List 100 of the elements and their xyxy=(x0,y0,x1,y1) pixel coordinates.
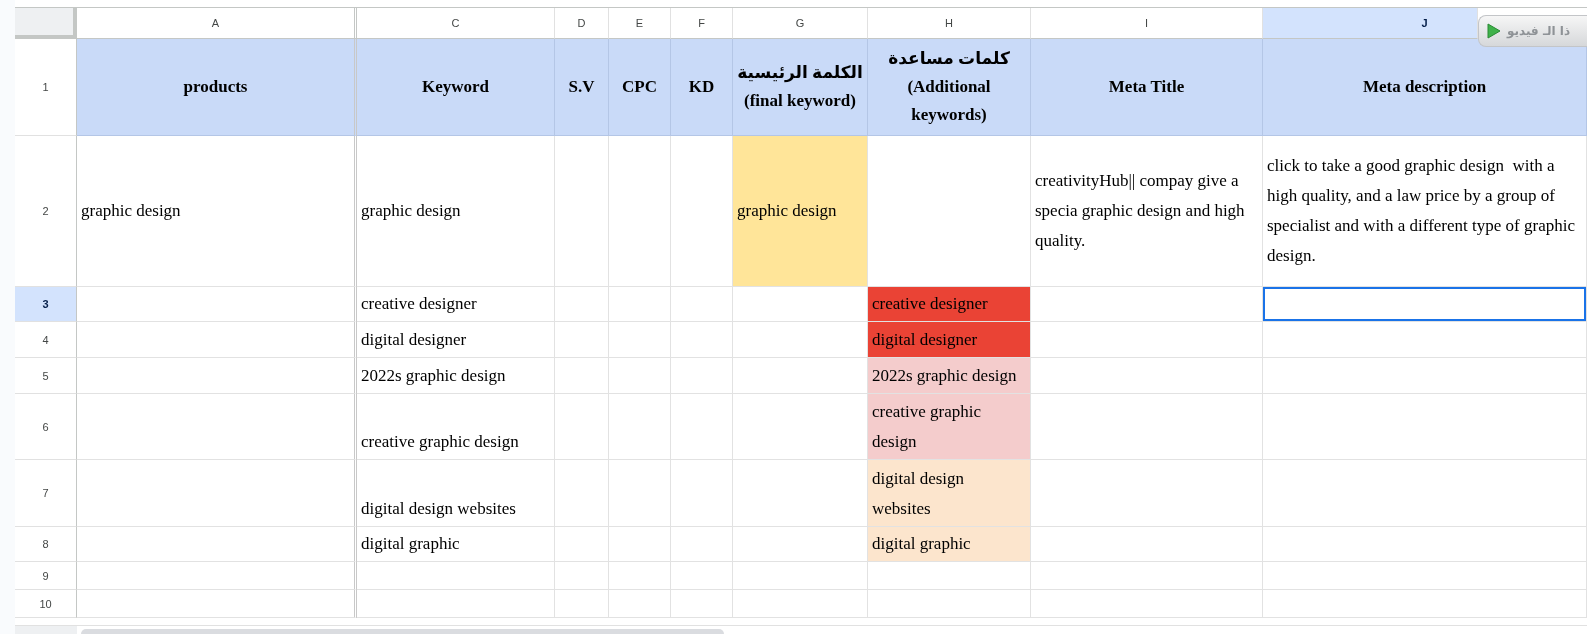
row-header[interactable]: 5 xyxy=(15,358,77,394)
table-cell[interactable] xyxy=(357,562,555,590)
table-cell[interactable] xyxy=(555,322,609,358)
table-cell[interactable] xyxy=(733,590,868,618)
table-cell[interactable] xyxy=(555,136,609,287)
table-cell[interactable] xyxy=(868,562,1031,590)
table-cell[interactable] xyxy=(671,562,733,590)
column-header[interactable]: G xyxy=(733,8,868,39)
table-cell[interactable] xyxy=(733,460,868,527)
column-title-cell[interactable]: الكلمة الرئيسية (final keyword) xyxy=(733,39,868,136)
column-title-cell[interactable]: Meta Title xyxy=(1031,39,1263,136)
table-cell[interactable]: digital graphic xyxy=(868,527,1031,562)
table-cell[interactable] xyxy=(77,287,357,322)
table-cell[interactable] xyxy=(733,394,868,460)
table-cell[interactable] xyxy=(671,590,733,618)
table-cell[interactable]: digital design websites xyxy=(357,460,555,527)
row-header[interactable]: 10 xyxy=(15,590,77,618)
table-cell[interactable] xyxy=(609,287,671,322)
column-header[interactable]: D xyxy=(555,8,609,39)
table-cell[interactable] xyxy=(1031,394,1263,460)
table-cell[interactable]: graphic design xyxy=(733,136,868,287)
table-cell[interactable] xyxy=(77,460,357,527)
table-cell[interactable] xyxy=(609,460,671,527)
table-cell[interactable] xyxy=(609,527,671,562)
table-cell[interactable]: creative graphic design xyxy=(357,394,555,460)
table-cell[interactable] xyxy=(1263,322,1587,358)
column-title-cell[interactable]: CPC xyxy=(609,39,671,136)
table-cell[interactable] xyxy=(1263,590,1587,618)
table-cell[interactable] xyxy=(77,358,357,394)
table-cell[interactable] xyxy=(555,358,609,394)
table-cell[interactable]: click to take a good graphic design with a high quality, and a law price by a group of specialist and with a different type of graphic design. xyxy=(1263,136,1587,287)
table-cell[interactable]: graphic design xyxy=(77,136,357,287)
row-header[interactable]: 1 xyxy=(15,39,77,136)
table-cell[interactable] xyxy=(1031,527,1263,562)
table-cell[interactable]: digital designer xyxy=(357,322,555,358)
table-cell[interactable] xyxy=(1263,562,1587,590)
column-title-cell[interactable]: S.V xyxy=(555,39,609,136)
column-header[interactable]: F xyxy=(671,8,733,39)
table-cell[interactable] xyxy=(671,527,733,562)
table-cell[interactable] xyxy=(671,460,733,527)
column-header[interactable]: H xyxy=(868,8,1031,39)
table-cell[interactable] xyxy=(609,358,671,394)
table-cell[interactable] xyxy=(733,562,868,590)
column-header[interactable]: E xyxy=(609,8,671,39)
table-cell[interactable] xyxy=(671,287,733,322)
table-cell[interactable] xyxy=(77,394,357,460)
table-cell[interactable] xyxy=(609,590,671,618)
table-cell[interactable] xyxy=(555,562,609,590)
row-header[interactable]: 6 xyxy=(15,394,77,460)
row-header[interactable]: 4 xyxy=(15,322,77,358)
table-cell[interactable] xyxy=(77,562,357,590)
column-header[interactable]: A xyxy=(77,8,357,39)
table-cell[interactable] xyxy=(555,460,609,527)
table-cell[interactable] xyxy=(1263,460,1587,527)
table-cell[interactable] xyxy=(733,322,868,358)
table-cell[interactable] xyxy=(609,562,671,590)
table-cell[interactable] xyxy=(1031,287,1263,322)
table-cell[interactable] xyxy=(671,136,733,287)
table-cell[interactable] xyxy=(868,136,1031,287)
column-title-cell[interactable]: products xyxy=(77,39,357,136)
table-cell[interactable] xyxy=(671,322,733,358)
table-cell[interactable] xyxy=(1031,562,1263,590)
column-title-cell[interactable]: Meta description xyxy=(1263,39,1587,136)
row-header[interactable]: 9 xyxy=(15,562,77,590)
table-cell[interactable] xyxy=(609,322,671,358)
table-cell[interactable] xyxy=(1263,527,1587,562)
table-cell[interactable] xyxy=(1031,358,1263,394)
table-cell[interactable] xyxy=(357,590,555,618)
table-cell[interactable]: creativityHub|| compay give a specia graphic design and high quality. xyxy=(1031,136,1263,287)
table-cell[interactable] xyxy=(868,590,1031,618)
row-header[interactable]: 3 xyxy=(15,287,77,322)
column-header[interactable]: I xyxy=(1031,8,1263,39)
table-cell[interactable] xyxy=(733,358,868,394)
table-cell[interactable] xyxy=(77,527,357,562)
select-all-corner[interactable] xyxy=(15,8,77,39)
table-cell[interactable] xyxy=(1263,287,1587,322)
table-cell[interactable] xyxy=(609,394,671,460)
column-header[interactable]: C xyxy=(357,8,555,39)
table-cell[interactable] xyxy=(671,394,733,460)
table-cell[interactable]: digital graphic xyxy=(357,527,555,562)
table-cell[interactable]: 2022s graphic design xyxy=(357,358,555,394)
column-header[interactable]: J xyxy=(1263,8,1478,39)
table-cell[interactable] xyxy=(733,527,868,562)
table-cell[interactable]: creative designer xyxy=(357,287,555,322)
table-cell[interactable] xyxy=(671,358,733,394)
table-cell[interactable] xyxy=(1263,394,1587,460)
column-title-cell[interactable]: Keyword xyxy=(357,39,555,136)
row-header[interactable]: 7 xyxy=(15,460,77,527)
table-cell[interactable]: graphic design xyxy=(357,136,555,287)
row-header[interactable]: 2 xyxy=(15,136,77,287)
table-cell[interactable]: creative designer xyxy=(868,287,1031,322)
table-cell[interactable] xyxy=(1031,322,1263,358)
table-cell[interactable]: digital designer xyxy=(868,322,1031,358)
table-cell[interactable]: 2022s graphic design xyxy=(868,358,1031,394)
table-cell[interactable] xyxy=(1263,358,1587,394)
table-cell[interactable] xyxy=(609,136,671,287)
table-cell[interactable] xyxy=(1031,590,1263,618)
row-header[interactable]: 8 xyxy=(15,527,77,562)
column-title-cell[interactable]: كلمات مساعدة (Additional keywords) xyxy=(868,39,1031,136)
table-cell[interactable] xyxy=(555,287,609,322)
